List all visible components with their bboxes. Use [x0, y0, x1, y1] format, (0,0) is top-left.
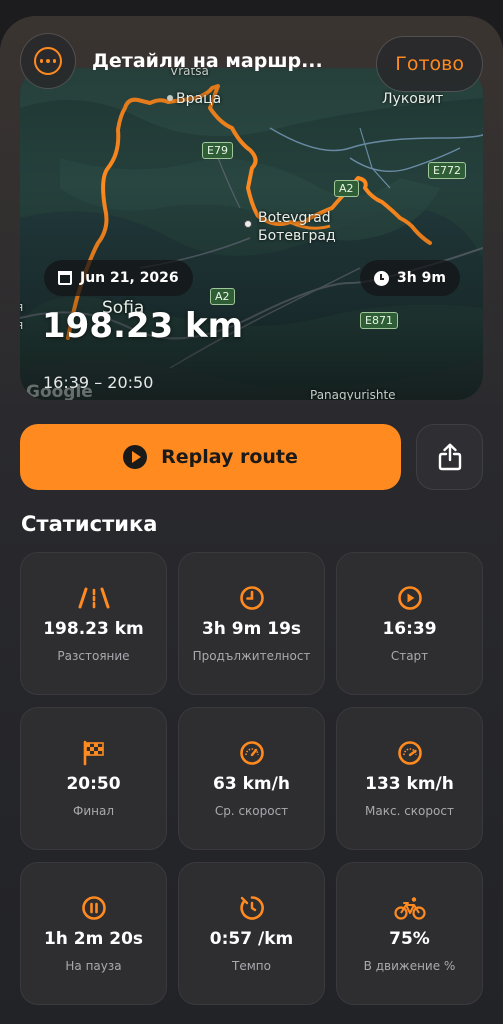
- play-circle-icon: [123, 445, 148, 469]
- road-tag-e871: E871: [360, 312, 398, 329]
- stat-card-duration: 3h 9m 19s Продължителност: [178, 552, 325, 695]
- stat-card-max-speed: 133 km/h Макс. скорост: [336, 707, 483, 850]
- more-icon: [34, 47, 62, 75]
- stat-card-finish: 20:50 Финал: [20, 707, 167, 850]
- date-text: Jun 21, 2026: [80, 270, 179, 286]
- stat-label: Старт: [390, 648, 429, 663]
- stat-value: 198.23 km: [43, 618, 144, 639]
- route-details-sheet: Vratsa Враца Луковит Botevgrad Ботевград…: [0, 16, 503, 1024]
- date-pill: Jun 21, 2026: [44, 260, 193, 296]
- stat-label: Ср. скорост: [214, 803, 289, 818]
- stat-value: 63 km/h: [213, 773, 290, 794]
- replay-route-button[interactable]: Replay route: [20, 424, 401, 490]
- route-map[interactable]: Vratsa Враца Луковит Botevgrad Ботевград…: [20, 68, 483, 400]
- map-shade-overlay: [20, 68, 483, 400]
- stats-grid: 198.23 km Разстояние 3h 9m 19s Продължит…: [20, 552, 483, 1005]
- share-icon: [438, 443, 461, 471]
- stat-value: 75%: [389, 928, 430, 949]
- more-button[interactable]: [20, 33, 76, 89]
- clock-icon: [374, 270, 389, 286]
- map-label-edge-1: я: [20, 300, 23, 314]
- page-title: Детайли на маршр...: [92, 50, 323, 72]
- checkered-flag-icon: [82, 740, 106, 766]
- timer-icon: [239, 895, 265, 921]
- duration-pill: 3h 9m: [360, 260, 460, 296]
- stat-value: 20:50: [66, 773, 121, 794]
- bicycle-icon: [393, 895, 426, 921]
- stat-value: 133 km/h: [365, 773, 454, 794]
- stat-label: Макс. скорост: [365, 803, 454, 818]
- route-distance: 198.23 km: [42, 306, 244, 346]
- pause-icon: [81, 895, 107, 921]
- map-label-edge-2: я: [20, 318, 23, 332]
- road-icon: [77, 585, 111, 611]
- play-icon: [397, 585, 423, 611]
- road-tag-e79: E79: [202, 142, 233, 159]
- stat-label: Разстояние: [57, 648, 130, 663]
- stat-label: На пауза: [65, 958, 122, 973]
- stat-label: Темпо: [232, 958, 271, 973]
- calendar-icon: [58, 271, 72, 285]
- stat-card-start: 16:39 Старт: [336, 552, 483, 695]
- stat-value: 3h 9m 19s: [201, 618, 302, 639]
- road-tag-e772: E772: [428, 162, 466, 179]
- stat-card-avg-speed: 63 km/h Ср. скорост: [178, 707, 325, 850]
- stat-label: Продължителност: [192, 648, 311, 663]
- clock-icon: [239, 585, 265, 611]
- stats-title: Статистика: [21, 512, 158, 536]
- replay-route-label: Replay route: [161, 446, 298, 468]
- stat-card-pace: 0:57 /km Темпо: [178, 862, 325, 1005]
- speedometer-max-icon: [397, 740, 423, 766]
- stat-card-distance: 198.23 km Разстояние: [20, 552, 167, 695]
- road-tag-a2-east: A2: [334, 180, 359, 197]
- map-label-botevgrad-cyr: Ботевград: [258, 228, 336, 244]
- road-tag-a2-west: A2: [210, 288, 235, 305]
- stat-value: 0:57 /km: [209, 928, 294, 949]
- stat-value: 1h 2m 20s: [43, 928, 144, 949]
- map-label-botevgrad: Botevgrad: [258, 210, 331, 226]
- done-button[interactable]: Готово: [376, 36, 483, 92]
- stat-card-paused: 1h 2m 20s На пауза: [20, 862, 167, 1005]
- stat-label: Финал: [73, 803, 114, 818]
- sheet-header: Детайли на маршр... Готово: [0, 16, 503, 106]
- stat-value: 16:39: [382, 618, 437, 639]
- share-button[interactable]: [416, 424, 483, 490]
- stat-label: В движение %: [363, 958, 456, 973]
- map-label-panagyurishte: Panagyurishte: [310, 388, 396, 400]
- route-time-range: 16:39 – 20:50: [43, 373, 154, 392]
- stat-card-moving: 75% В движение %: [336, 862, 483, 1005]
- speedometer-icon: [239, 740, 265, 766]
- duration-text: 3h 9m: [397, 270, 446, 286]
